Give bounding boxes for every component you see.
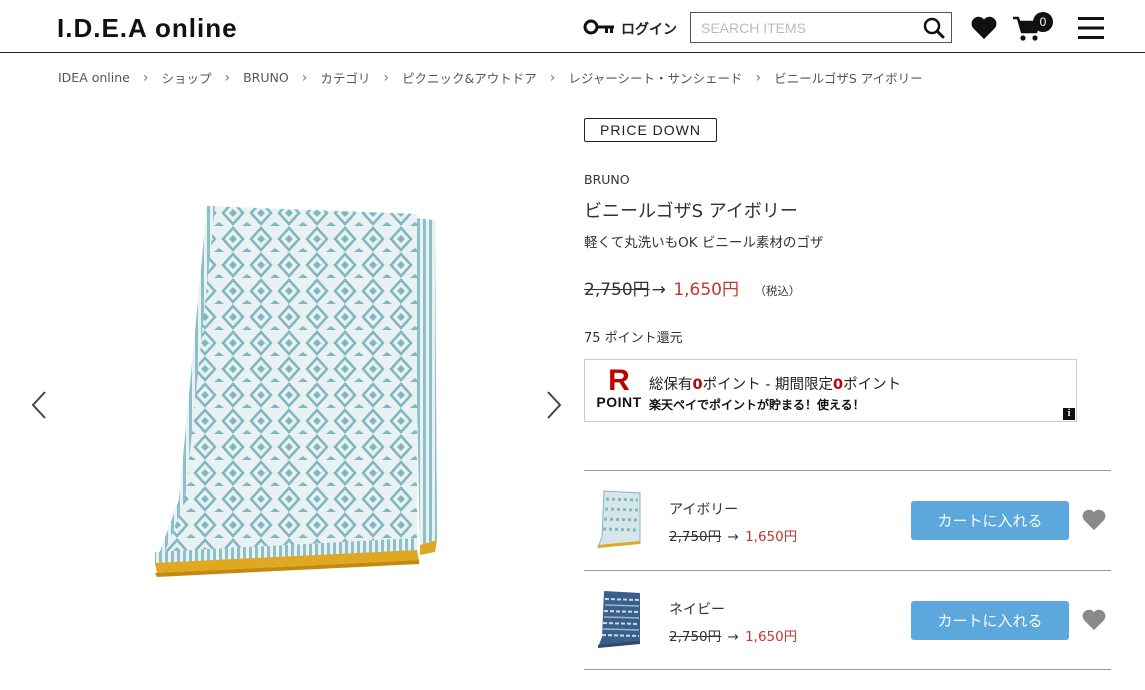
chevron-right-icon: › (755, 69, 762, 86)
chevron-right-icon: › (383, 69, 389, 86)
rakuten-promo: 楽天ペイでポイントが貯まる！使える！ (649, 398, 865, 412)
product-image (155, 206, 437, 577)
add-to-cart-button[interactable]: カートに入れる (911, 501, 1069, 540)
site-logo[interactable]: I.D.E.A online (57, 13, 238, 44)
chevron-right-icon: › (142, 69, 149, 86)
sale-price: 1,650円 (673, 280, 739, 300)
variant-row-ivory: アイボリー 2,750円 → 1,650円 カートに入れる (584, 470, 1111, 570)
variant-thumbnail[interactable] (594, 589, 644, 651)
tax-note: （税込） (754, 284, 801, 298)
breadcrumb-item[interactable]: ピクニック&アウトドア (402, 68, 537, 87)
original-price: 2,750円 (584, 280, 650, 300)
product-subtitle: 軽くて丸洗いもOK ビニール素材のゴザ (584, 235, 824, 251)
rakuten-point-box[interactable]: R POINT 総保有0ポイント - 期間限定0ポイント 楽天ペイでポイントが貯… (584, 359, 1077, 422)
login-link[interactable]: ログイン (583, 18, 677, 40)
price-down-tag: PRICE DOWN (584, 118, 717, 142)
sale-price: 1,650円 (745, 629, 798, 645)
product-tag-wrap: PRICE DOWN (584, 118, 1078, 142)
chevron-right-icon[interactable] (545, 390, 563, 424)
breadcrumb-item[interactable]: BRUNO (243, 70, 289, 85)
search-icon[interactable] (923, 17, 945, 43)
info-icon[interactable]: i (1063, 408, 1075, 420)
chevron-left-icon[interactable] (30, 390, 48, 424)
product-price: 2,750円 → 1,650円 （税込） (584, 275, 800, 300)
breadcrumb-item[interactable]: レジャーシート・サンシェード (568, 68, 742, 87)
chevron-right-icon: › (301, 69, 308, 86)
breadcrumb-item[interactable]: カテゴリ (320, 68, 370, 87)
search-input[interactable] (691, 13, 931, 42)
variant-thumbnail[interactable] (594, 489, 644, 551)
reward-points: 75 ポイント還元 (584, 331, 683, 346)
price-arrow: → (727, 529, 739, 545)
rakuten-point-word: POINT (596, 394, 642, 410)
site-header: I.D.E.A online ログイン SEARCH ITEMS 0 (0, 0, 1145, 53)
heart-icon[interactable] (1081, 509, 1107, 535)
heart-icon[interactable] (1081, 609, 1107, 635)
key-icon (583, 18, 615, 40)
product-title: ビニールゴザS アイボリー (584, 201, 798, 222)
variant-name: ネイビー (669, 602, 725, 618)
original-price: 2,750円 (669, 529, 722, 545)
sale-price: 1,650円 (745, 529, 798, 545)
cart-button[interactable]: 0 (1012, 12, 1053, 46)
variant-price: 2,750円 → 1,650円 (669, 625, 797, 645)
original-price: 2,750円 (669, 629, 722, 645)
price-arrow: → (651, 280, 666, 300)
price-arrow: → (727, 629, 739, 645)
breadcrumb-current: ビニールゴザS アイボリー (774, 71, 923, 86)
variant-row-navy: ネイビー 2,750円 → 1,650円 カートに入れる (584, 570, 1111, 670)
hamburger-menu-icon[interactable] (1078, 16, 1104, 44)
heart-icon[interactable] (970, 16, 998, 44)
product-gallery (20, 105, 575, 690)
rakuten-r-logo: R (608, 364, 630, 397)
breadcrumb-item[interactable]: IDEA online (58, 70, 130, 85)
variant-name: アイボリー (669, 502, 739, 518)
add-to-cart-button[interactable]: カートに入れる (911, 601, 1069, 640)
chevron-right-icon: › (224, 69, 231, 86)
login-label: ログイン (621, 22, 677, 38)
product-brand[interactable]: BRUNO (584, 172, 630, 187)
rakuten-balance: 総保有0ポイント - 期間限定0ポイント (649, 377, 902, 393)
variant-price: 2,750円 → 1,650円 (669, 525, 797, 545)
chevron-right-icon: › (549, 69, 556, 86)
breadcrumb: IDEA online › ショップ › BRUNO › カテゴリ › ピクニック&アウ… (58, 68, 923, 87)
rakuten-point-logo: R POINT (595, 364, 643, 411)
cart-count-badge: 0 (1033, 12, 1053, 32)
breadcrumb-item[interactable]: ショップ (161, 68, 211, 87)
search-box (690, 12, 952, 43)
